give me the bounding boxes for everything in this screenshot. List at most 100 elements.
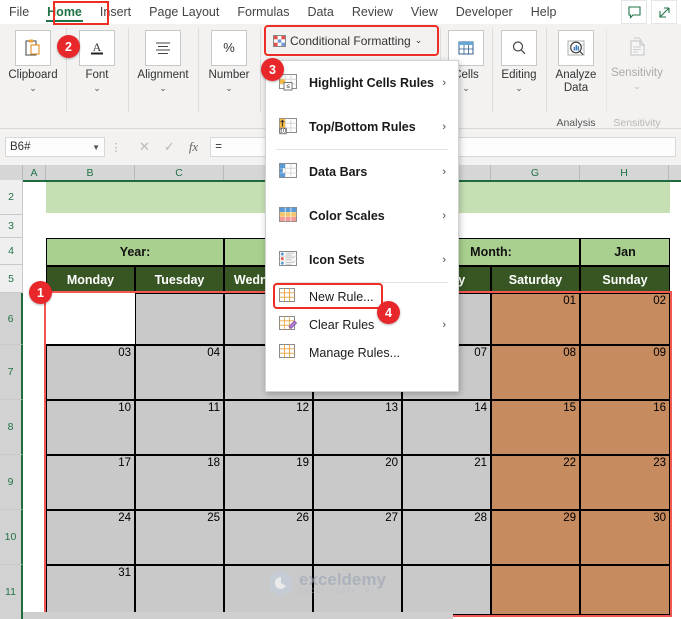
analyze-data-icon[interactable] <box>558 30 594 66</box>
tab-page-layout[interactable]: Page Layout <box>140 3 228 21</box>
day-cell[interactable]: 29 <box>491 510 580 565</box>
day-cell[interactable]: 22 <box>491 455 580 510</box>
day-cell[interactable] <box>580 565 670 615</box>
day-cell[interactable]: 04 <box>135 345 224 400</box>
day-cell[interactable] <box>491 565 580 615</box>
menu-item-color-scales[interactable]: Color Scales › <box>266 194 458 238</box>
number-chevron-down-icon[interactable]: ⌄ <box>225 83 233 93</box>
day-cell[interactable] <box>135 293 224 345</box>
formula-bar-grip[interactable]: ⋮ <box>105 141 127 154</box>
day-cell[interactable] <box>46 293 135 345</box>
row-header-9[interactable]: 9 <box>0 455 23 510</box>
tab-view[interactable]: View <box>402 3 447 21</box>
day-cell[interactable]: 14 <box>402 400 491 455</box>
share-icon[interactable] <box>651 0 677 24</box>
menu-item-top-bottom-rules[interactable]: 10 Top/Bottom Rules › <box>266 105 458 149</box>
month-value-cell[interactable]: Jan <box>580 238 670 266</box>
select-all-corner[interactable] <box>0 165 23 180</box>
menu-item-new-rule[interactable]: New Rule... <box>266 283 458 311</box>
ribbon-group-analyze-data[interactable]: Analyze Data Analysis <box>546 24 606 130</box>
day-cell[interactable]: 20 <box>313 455 402 510</box>
day-cell[interactable]: 19 <box>224 455 313 510</box>
ribbon-group-sensitivity[interactable]: Sensitivity ⌄ Sensitivity <box>606 24 668 130</box>
day-cell[interactable] <box>135 565 224 615</box>
ribbon-group-alignment[interactable]: Alignment ⌄ <box>128 24 198 130</box>
font-chevron-down-icon[interactable]: ⌄ <box>93 83 101 93</box>
day-cell[interactable]: 02 <box>580 293 670 345</box>
horizontal-scrollbar[interactable] <box>23 612 453 619</box>
ribbon-group-number[interactable]: % Number ⌄ <box>198 24 260 130</box>
row-header-8[interactable]: 8 <box>0 400 23 455</box>
name-box[interactable]: B6# ▼ <box>5 137 105 157</box>
magnifier-icon[interactable] <box>501 30 537 66</box>
tab-data[interactable]: Data <box>298 3 342 21</box>
day-cell[interactable]: 23 <box>580 455 670 510</box>
row-header-5[interactable]: 5 <box>0 265 23 293</box>
row-header-10[interactable]: 10 <box>0 510 23 565</box>
ribbon-group-clipboard[interactable]: Clipboard ⌄ <box>0 24 66 130</box>
day-cell[interactable]: 16 <box>580 400 670 455</box>
tab-file[interactable]: File <box>0 3 38 21</box>
conditional-formatting-button[interactable]: Conditional Formatting ⌄ <box>269 30 432 51</box>
day-cell[interactable]: 15 <box>491 400 580 455</box>
sensitivity-icon[interactable] <box>620 30 654 64</box>
menu-item-data-bars[interactable]: Data Bars › <box>266 150 458 194</box>
percent-icon[interactable]: % <box>211 30 247 66</box>
clipboard-chevron-down-icon[interactable]: ⌄ <box>29 83 37 93</box>
column-header-i[interactable] <box>669 165 681 180</box>
day-cell[interactable]: 13 <box>313 400 402 455</box>
day-cell[interactable]: 10 <box>46 400 135 455</box>
tab-formulas[interactable]: Formulas <box>228 3 298 21</box>
cancel-icon[interactable]: ✕ <box>139 139 150 155</box>
column-header-h[interactable]: H <box>580 165 669 180</box>
day-cell[interactable]: 24 <box>46 510 135 565</box>
cells-chevron-down-icon[interactable]: ⌄ <box>462 83 470 93</box>
ribbon-group-editing[interactable]: Editing ⌄ <box>492 24 546 130</box>
day-cell[interactable]: 30 <box>580 510 670 565</box>
sensitivity-chevron-down-icon[interactable]: ⌄ <box>633 81 641 91</box>
menu-item-icon-sets[interactable]: Icon Sets › <box>266 238 458 282</box>
day-cell[interactable]: 25 <box>135 510 224 565</box>
day-header-sunday[interactable]: Sunday <box>580 266 670 293</box>
alignment-chevron-down-icon[interactable]: ⌄ <box>159 83 167 93</box>
row-header-7[interactable]: 7 <box>0 345 23 400</box>
menu-item-clear-rules[interactable]: Clear Rules › <box>266 311 458 339</box>
name-box-chevron-down-icon[interactable]: ▼ <box>92 143 100 152</box>
day-cell[interactable]: 18 <box>135 455 224 510</box>
tab-developer[interactable]: Developer <box>447 3 522 21</box>
column-header-a[interactable]: A <box>23 165 46 180</box>
menu-item-highlight-cells-rules[interactable]: ≤ Highlight Cells Rules › <box>266 61 458 105</box>
column-header-g[interactable]: G <box>491 165 580 180</box>
comment-icon[interactable] <box>621 0 647 24</box>
tab-help[interactable]: Help <box>522 3 566 21</box>
tab-review[interactable]: Review <box>343 3 402 21</box>
day-cell[interactable]: 11 <box>135 400 224 455</box>
day-header-monday[interactable]: Monday <box>46 266 135 293</box>
clipboard-icon[interactable] <box>15 30 51 66</box>
day-cell[interactable]: 26 <box>224 510 313 565</box>
enter-icon[interactable]: ✓ <box>164 139 175 155</box>
row-header-4[interactable]: 4 <box>0 238 23 265</box>
column-header-c[interactable]: C <box>135 165 224 180</box>
row-header-11[interactable]: 11 <box>0 565 23 619</box>
day-cell[interactable]: 12 <box>224 400 313 455</box>
day-cell[interactable]: 21 <box>402 455 491 510</box>
year-label-cell[interactable]: Year: <box>46 238 224 266</box>
day-cell[interactable]: 03 <box>46 345 135 400</box>
day-cell[interactable]: 27 <box>313 510 402 565</box>
day-cell[interactable]: 09 <box>580 345 670 400</box>
column-header-b[interactable]: B <box>46 165 135 180</box>
day-cell[interactable]: 08 <box>491 345 580 400</box>
day-header-tuesday[interactable]: Tuesday <box>135 266 224 293</box>
row-header-2[interactable]: 2 <box>0 180 23 215</box>
conditional-formatting-chevron-down-icon[interactable]: ⌄ <box>415 35 423 46</box>
row-header-6[interactable]: 6 <box>0 293 23 345</box>
day-cell[interactable]: 28 <box>402 510 491 565</box>
menu-item-manage-rules[interactable]: Manage Rules... <box>266 339 458 367</box>
insert-function-icon[interactable]: fx <box>189 139 198 155</box>
editing-chevron-down-icon[interactable]: ⌄ <box>515 83 523 93</box>
day-header-saturday[interactable]: Saturday <box>491 266 580 293</box>
row-header-3[interactable]: 3 <box>0 215 23 238</box>
day-cell[interactable]: 31 <box>46 565 135 615</box>
tab-home[interactable]: Home <box>38 3 91 22</box>
